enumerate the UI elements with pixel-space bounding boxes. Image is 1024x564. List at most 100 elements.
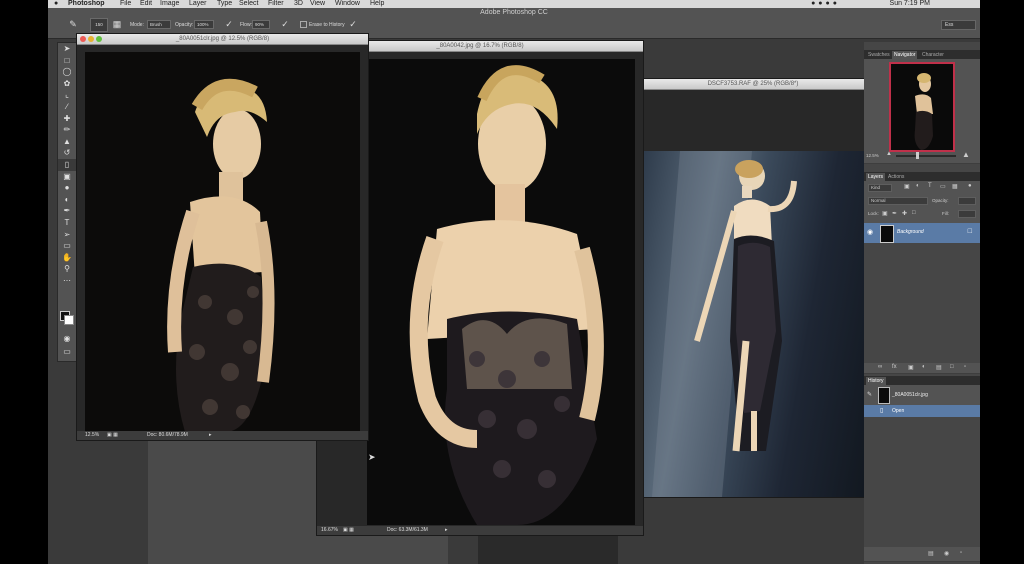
filter-smart-object-icon[interactable]: ▦ bbox=[952, 183, 958, 190]
doc-size[interactable]: Doc: 80.6M/78.9M bbox=[147, 431, 188, 440]
airbrush-icon[interactable]: ✓ bbox=[280, 19, 290, 29]
history-snapshot-row[interactable]: ✎ _80A0051clr.jpg bbox=[864, 385, 980, 405]
zoom-slider[interactable] bbox=[896, 155, 956, 157]
document-tab-title[interactable]: _80A0051clr.jpg @ 12.5% (RGB/8) bbox=[77, 34, 368, 45]
clone-stamp-tool-icon[interactable]: ▲ bbox=[58, 136, 76, 148]
brush-tool-icon[interactable]: ✏ bbox=[58, 124, 76, 136]
minimize-window-icon[interactable] bbox=[88, 36, 94, 42]
blend-mode-select[interactable]: Normal bbox=[868, 197, 928, 205]
doc-size[interactable]: Doc: 63.3M/61.3M bbox=[387, 526, 428, 535]
tab-swatches[interactable]: Swatches bbox=[866, 51, 892, 59]
lock-position-icon[interactable]: ✚ bbox=[902, 210, 907, 217]
visibility-eye-icon[interactable]: ◉ bbox=[867, 228, 873, 236]
brush-size-picker[interactable]: 150 bbox=[90, 18, 108, 32]
layer-row-background[interactable]: ◉ Background □ bbox=[864, 223, 980, 243]
status-menu-arrow-icon[interactable]: ▸ bbox=[445, 526, 448, 535]
layer-lock-icon[interactable]: □ bbox=[968, 228, 972, 235]
filter-type-icon[interactable]: T bbox=[928, 183, 932, 189]
new-snapshot-icon[interactable]: ◉ bbox=[944, 550, 949, 557]
close-window-icon[interactable] bbox=[80, 36, 86, 42]
photo-canvas[interactable] bbox=[642, 151, 864, 497]
marquee-tool-icon[interactable]: □ bbox=[58, 55, 76, 67]
pen-tool-icon[interactable]: ✒ bbox=[58, 205, 76, 217]
add-mask-icon[interactable]: ▣ bbox=[908, 364, 914, 371]
zoom-level[interactable]: 16.67% bbox=[321, 526, 338, 535]
tab-navigator[interactable]: Navigator bbox=[892, 51, 918, 59]
erase-to-history-checkbox[interactable] bbox=[300, 21, 307, 28]
delete-state-icon[interactable]: ▫ bbox=[960, 550, 962, 556]
snapshot-name[interactable]: _80A0051clr.jpg bbox=[892, 392, 928, 398]
path-select-tool-icon[interactable]: ➢ bbox=[58, 229, 76, 241]
type-tool-icon[interactable]: T bbox=[58, 217, 76, 229]
blur-tool-icon[interactable]: ● bbox=[58, 182, 76, 194]
menu-layer[interactable]: Layer bbox=[189, 0, 207, 8]
lock-all-icon[interactable]: □ bbox=[912, 210, 916, 216]
tab-actions[interactable]: Actions bbox=[886, 173, 906, 181]
quick-select-tool-icon[interactable]: ✿ bbox=[58, 78, 76, 90]
zoom-window-icon[interactable] bbox=[96, 36, 102, 42]
opacity-input[interactable]: 100% bbox=[194, 20, 214, 29]
menu-app-name[interactable]: Photoshop bbox=[68, 0, 105, 8]
document-tab-title[interactable]: DSCF3753.RAF @ 25% (RGB/8*) bbox=[642, 79, 864, 90]
menu-filter[interactable]: Filter bbox=[268, 0, 284, 8]
shape-tool-icon[interactable]: ▭ bbox=[58, 240, 76, 252]
layer-style-icon[interactable]: fx bbox=[892, 364, 897, 370]
zoom-level[interactable]: 12.5% bbox=[85, 431, 99, 440]
status-icons[interactable]: ▣ ▦ bbox=[107, 431, 118, 440]
zoom-in-icon[interactable]: ▲ bbox=[962, 150, 970, 159]
new-group-icon[interactable]: ▤ bbox=[936, 364, 942, 371]
pressure-opacity-icon[interactable]: ✓ bbox=[224, 19, 234, 29]
move-tool-icon[interactable]: ➤ bbox=[58, 43, 76, 55]
delete-layer-icon[interactable]: ▫ bbox=[964, 364, 966, 370]
workspace-switcher[interactable]: Ess bbox=[941, 20, 976, 30]
mode-select[interactable]: Brush bbox=[147, 20, 171, 29]
new-layer-icon[interactable]: □ bbox=[950, 364, 954, 370]
healing-brush-tool-icon[interactable]: ✚ bbox=[58, 113, 76, 125]
zoom-tool-icon[interactable]: ⚲ bbox=[58, 263, 76, 275]
tab-history[interactable]: History bbox=[866, 377, 886, 385]
layer-opacity-input[interactable] bbox=[958, 197, 976, 205]
zoom-out-icon[interactable]: ▲ bbox=[886, 151, 892, 157]
status-icons[interactable]: ▣ ▦ bbox=[343, 526, 354, 535]
tab-layers[interactable]: Layers bbox=[866, 173, 886, 181]
edit-toolbar-icon[interactable]: ⋯ bbox=[58, 275, 76, 287]
document-window-dscf3753[interactable]: DSCF3753.RAF @ 25% (RGB/8*) bbox=[641, 78, 865, 498]
photo-canvas[interactable] bbox=[367, 59, 635, 525]
menu-help[interactable]: Help bbox=[370, 0, 384, 8]
dodge-tool-icon[interactable]: ◐ bbox=[58, 194, 76, 206]
background-color-swatch[interactable] bbox=[64, 315, 74, 325]
crop-tool-icon[interactable]: ⌞ bbox=[58, 89, 76, 101]
gradient-tool-icon[interactable]: ▣ bbox=[58, 171, 76, 183]
layer-fill-input[interactable] bbox=[958, 210, 976, 218]
photo-canvas[interactable] bbox=[85, 52, 360, 432]
brush-panel-icon[interactable]: ▦ bbox=[112, 19, 122, 29]
menu-3d[interactable]: 3D bbox=[294, 0, 303, 8]
history-state-open[interactable]: ▯ Open bbox=[864, 405, 980, 417]
status-menu-arrow-icon[interactable]: ▸ bbox=[209, 431, 212, 440]
zoom-slider-handle[interactable] bbox=[916, 152, 919, 159]
filter-shape-icon[interactable]: ▭ bbox=[940, 183, 946, 190]
link-layers-icon[interactable]: ∞ bbox=[878, 364, 882, 370]
layer-filter-kind[interactable]: Kind bbox=[868, 184, 892, 192]
lock-image-icon[interactable]: ✒ bbox=[892, 210, 897, 217]
lock-transparent-icon[interactable]: ▣ bbox=[882, 210, 888, 217]
history-brush-tool-icon[interactable]: ↺ bbox=[58, 147, 76, 159]
document-window-80a0051clr[interactable]: _80A0051clr.jpg @ 12.5% (RGB/8) 12.5% ▣ … bbox=[76, 33, 369, 441]
tab-character[interactable]: Character bbox=[920, 51, 946, 59]
menu-edit[interactable]: Edit bbox=[140, 0, 152, 8]
layer-name[interactable]: Background bbox=[897, 229, 924, 235]
apple-icon[interactable]: ● bbox=[54, 0, 58, 8]
menu-image[interactable]: Image bbox=[160, 0, 179, 8]
hand-tool-icon[interactable]: ✋ bbox=[58, 252, 76, 264]
quick-mask-icon[interactable]: ◉ bbox=[58, 333, 76, 345]
eraser-tool-icon[interactable]: ▯ bbox=[58, 158, 76, 171]
filter-pixel-icon[interactable]: ▣ bbox=[904, 183, 910, 190]
eyedropper-tool-icon[interactable]: ∕ bbox=[58, 101, 76, 113]
status-icons[interactable]: ●●●● bbox=[811, 0, 840, 8]
menu-clock[interactable]: Sun 7:19 PM bbox=[890, 0, 930, 8]
history-state-name[interactable]: Open bbox=[892, 408, 904, 414]
navigator-preview[interactable] bbox=[889, 62, 955, 152]
navigator-zoom[interactable]: 12.5% bbox=[866, 153, 879, 158]
filter-toggle-icon[interactable]: ● bbox=[968, 183, 972, 189]
menu-select[interactable]: Select bbox=[239, 0, 258, 8]
